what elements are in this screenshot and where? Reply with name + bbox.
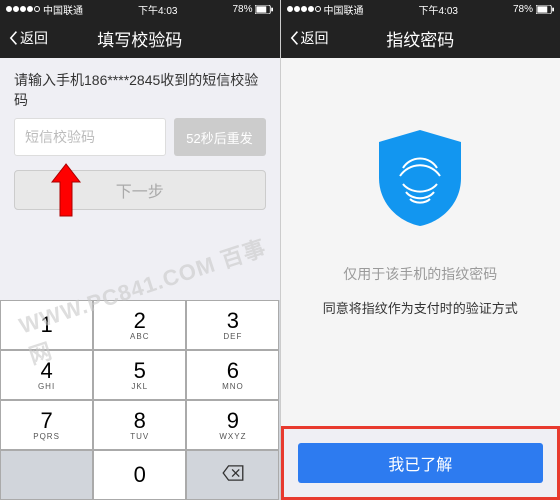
key-digit: 2 bbox=[134, 310, 146, 332]
resend-button[interactable]: 52秒后重发 bbox=[174, 118, 266, 156]
key-letters: GHI bbox=[38, 382, 55, 391]
keypad-key-5[interactable]: 5JKL bbox=[93, 350, 186, 400]
backspace-icon bbox=[222, 465, 244, 486]
phone-verify-code: 中国联通 下午4:03 78% 返回 填写校验码 请输入手机186****284… bbox=[0, 0, 281, 500]
key-digit: 7 bbox=[40, 410, 52, 432]
key-letters: MNO bbox=[222, 382, 244, 391]
key-letters: TUV bbox=[130, 432, 149, 441]
battery-pct: 78% bbox=[232, 4, 252, 15]
prompt-text: 请输入手机186****2845收到的短信校验码 bbox=[0, 58, 280, 118]
back-label: 返回 bbox=[301, 28, 329, 48]
chevron-left-icon bbox=[289, 30, 301, 46]
chevron-left-icon bbox=[8, 30, 20, 46]
annotation-arrow-icon bbox=[48, 162, 84, 218]
back-button[interactable]: 返回 bbox=[289, 28, 329, 48]
confirm-button[interactable]: 我已了解 bbox=[298, 443, 544, 483]
carrier-label: 中国联通 bbox=[43, 2, 83, 17]
back-label: 返回 bbox=[20, 28, 48, 48]
back-button[interactable]: 返回 bbox=[8, 28, 48, 48]
keypad-key-1[interactable]: 1 bbox=[0, 300, 93, 350]
key-digit: 6 bbox=[227, 360, 239, 382]
page-title: 填写校验码 bbox=[97, 26, 182, 51]
battery-icon bbox=[255, 5, 273, 14]
code-input[interactable]: 短信校验码 bbox=[14, 118, 166, 156]
keypad-key-3[interactable]: 3DEF bbox=[186, 300, 279, 350]
key-digit: 0 bbox=[134, 464, 146, 486]
key-digit: 3 bbox=[227, 310, 239, 332]
keypad-backspace[interactable] bbox=[186, 450, 279, 500]
keypad-key-2[interactable]: 2ABC bbox=[93, 300, 186, 350]
fingerprint-icon bbox=[375, 128, 465, 228]
battery-icon bbox=[536, 5, 554, 14]
key-digit: 9 bbox=[227, 410, 239, 432]
numeric-keypad: 12ABC3DEF4GHI5JKL6MNO7PQRS8TUV9WXYZ0 bbox=[0, 300, 280, 500]
phone-fingerprint: 中国联通 下午4:03 78% 返回 指纹密码 bbox=[281, 0, 560, 500]
time-label: 下午4:03 bbox=[138, 2, 177, 17]
key-digit: 5 bbox=[134, 360, 146, 382]
status-bar: 中国联通 下午4:03 78% bbox=[0, 0, 280, 18]
key-letters: JKL bbox=[131, 382, 148, 391]
key-letters: WXYZ bbox=[219, 432, 246, 441]
keypad-key-8[interactable]: 8TUV bbox=[93, 400, 186, 450]
fingerprint-content: 仅用于该手机的指纹密码 同意将指纹作为支付时的验证方式 bbox=[281, 58, 560, 426]
annotation-highlight: 我已了解 bbox=[281, 426, 560, 500]
carrier-label: 中国联通 bbox=[324, 2, 364, 17]
signal-icon bbox=[6, 6, 40, 12]
keypad-key-7[interactable]: 7PQRS bbox=[0, 400, 93, 450]
time-label: 下午4:03 bbox=[419, 2, 458, 17]
key-letters: PQRS bbox=[33, 432, 60, 441]
key-letters: ABC bbox=[130, 332, 149, 341]
signal-icon bbox=[287, 6, 321, 12]
navbar: 返回 填写校验码 bbox=[0, 18, 280, 58]
keypad-blank bbox=[0, 450, 93, 500]
page-title: 指纹密码 bbox=[386, 26, 454, 51]
keypad-key-6[interactable]: 6MNO bbox=[186, 350, 279, 400]
key-digit: 4 bbox=[40, 360, 52, 382]
key-letters: DEF bbox=[223, 332, 242, 341]
fp-desc-1: 仅用于该手机的指纹密码 bbox=[343, 264, 497, 284]
fp-desc-2: 同意将指纹作为支付时的验证方式 bbox=[323, 298, 518, 317]
status-bar: 中国联通 下午4:03 78% bbox=[281, 0, 560, 18]
navbar: 返回 指纹密码 bbox=[281, 18, 560, 58]
keypad-key-0[interactable]: 0 bbox=[93, 450, 186, 500]
key-digit: 1 bbox=[40, 314, 52, 336]
key-digit: 8 bbox=[134, 410, 146, 432]
battery-pct: 78% bbox=[513, 4, 533, 15]
keypad-key-4[interactable]: 4GHI bbox=[0, 350, 93, 400]
keypad-key-9[interactable]: 9WXYZ bbox=[186, 400, 279, 450]
screenshot-pair: 中国联通 下午4:03 78% 返回 填写校验码 请输入手机186****284… bbox=[0, 0, 560, 500]
